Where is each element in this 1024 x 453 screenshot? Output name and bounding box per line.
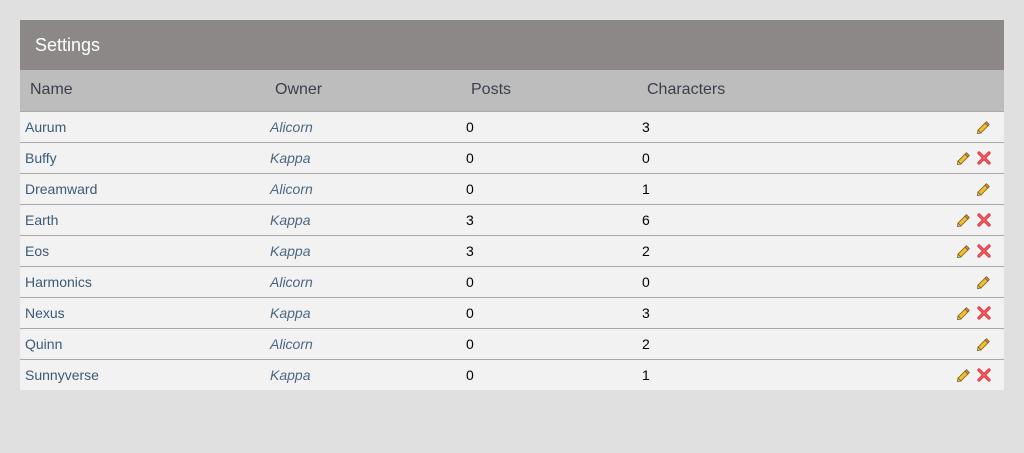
row-name-link[interactable]: Aurum [20,111,270,142]
pencil-icon[interactable] [956,305,972,321]
settings-panel: Settings Name Owner Posts Characters Aur… [20,20,1004,390]
row-actions [842,142,1004,173]
table-row: Buffy Kappa 0 0 [20,142,1004,173]
row-characters-count: 3 [642,118,650,135]
table-row: Dreamward Alicorn 0 1 [20,173,1004,204]
table-row: Aurum Alicorn 0 3 [20,111,1004,142]
row-characters-count: 2 [642,242,650,259]
table-row: Earth Kappa 3 6 [20,204,1004,235]
row-posts-count: 0 [466,335,474,352]
table-row: Eos Kappa 3 2 [20,235,1004,266]
row-posts-count: 0 [466,180,474,197]
delete-x-icon[interactable] [976,212,992,228]
row-name-link[interactable]: Earth [20,204,270,235]
table-header-row: Name Owner Posts Characters [20,70,1004,112]
table-row: Sunnyverse Kappa 0 1 [20,359,1004,390]
pencil-icon[interactable] [956,243,972,259]
table-row: Quinn Alicorn 0 2 [20,328,1004,359]
row-characters-count: 6 [642,211,650,228]
table-row: Nexus Kappa 0 3 [20,297,1004,328]
row-name-link[interactable]: Quinn [20,328,270,359]
row-owner-link[interactable]: Alicorn [270,328,466,359]
pencil-icon[interactable] [976,274,992,290]
row-posts-count: 3 [466,211,474,228]
row-characters-count: 3 [642,304,650,321]
row-owner-link[interactable]: Kappa [270,297,466,328]
row-owner-link[interactable]: Alicorn [270,173,466,204]
delete-x-icon[interactable] [976,150,992,166]
row-actions [842,204,1004,235]
row-name-link[interactable]: Nexus [20,297,270,328]
row-actions [842,235,1004,266]
pencil-icon[interactable] [976,336,992,352]
row-actions [842,173,1004,204]
panel-title: Settings [20,20,1004,70]
table-body: Aurum Alicorn 0 3 Buffy Kappa 0 0 Dreamw… [20,111,1004,390]
row-posts-count: 0 [466,304,474,321]
row-characters-count: 1 [642,180,650,197]
row-name-link[interactable]: Dreamward [20,173,270,204]
table-row: Harmonics Alicorn 0 0 [20,266,1004,297]
column-header-posts: Posts [466,70,642,112]
pencil-icon[interactable] [956,150,972,166]
row-actions [842,266,1004,297]
delete-x-icon[interactable] [976,367,992,383]
delete-x-icon[interactable] [976,243,992,259]
pencil-icon[interactable] [976,119,992,135]
row-actions [842,297,1004,328]
row-owner-link[interactable]: Alicorn [270,111,466,142]
row-actions [842,359,1004,390]
row-actions [842,111,1004,142]
row-characters-count: 0 [642,273,650,290]
row-name-link[interactable]: Harmonics [20,266,270,297]
pencil-icon[interactable] [956,367,972,383]
delete-x-icon[interactable] [976,305,992,321]
row-owner-link[interactable]: Kappa [270,204,466,235]
column-header-characters: Characters [642,70,842,112]
row-posts-count: 0 [466,118,474,135]
row-characters-count: 1 [642,366,650,383]
column-header-name: Name [20,70,270,112]
row-name-link[interactable]: Eos [20,235,270,266]
row-owner-link[interactable]: Alicorn [270,266,466,297]
row-name-link[interactable]: Buffy [20,142,270,173]
row-posts-count: 0 [466,149,474,166]
settings-table: Name Owner Posts Characters Aurum Alicor… [20,70,1004,390]
column-header-owner: Owner [270,70,466,112]
row-posts-count: 0 [466,273,474,290]
row-name-link[interactable]: Sunnyverse [20,359,270,390]
row-owner-link[interactable]: Kappa [270,235,466,266]
pencil-icon[interactable] [956,212,972,228]
row-actions [842,328,1004,359]
pencil-icon[interactable] [976,181,992,197]
row-owner-link[interactable]: Kappa [270,142,466,173]
column-header-actions [842,70,1004,112]
row-posts-count: 3 [466,242,474,259]
row-posts-count: 0 [466,366,474,383]
row-owner-link[interactable]: Kappa [270,359,466,390]
row-characters-count: 0 [642,149,650,166]
row-characters-count: 2 [642,335,650,352]
